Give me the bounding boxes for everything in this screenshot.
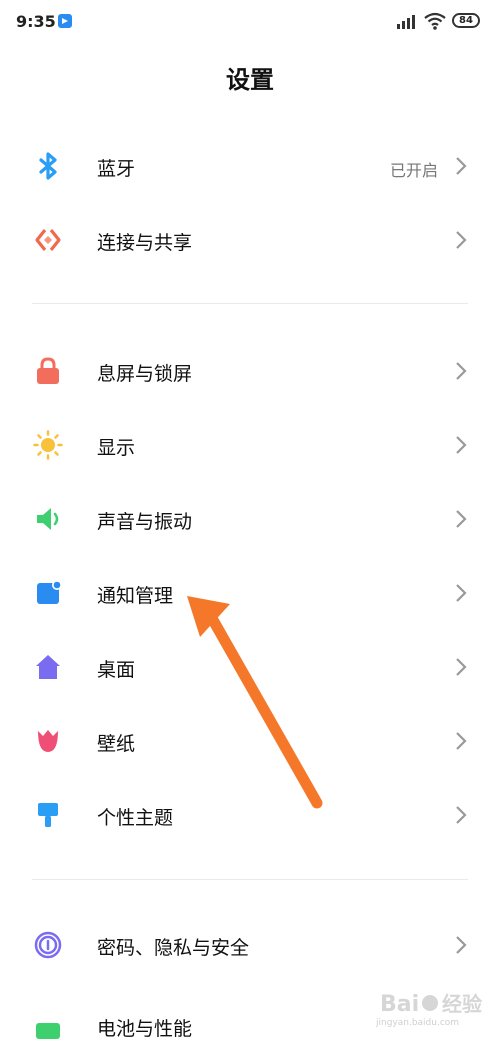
settings-item-notifications[interactable]: 通知管理	[0, 563, 500, 623]
settings-item-lock-screen[interactable]: 息屏与锁屏	[0, 341, 500, 401]
watermark-text: jingyan.baidu.com	[376, 1018, 460, 1028]
chevron-right-icon	[456, 231, 467, 249]
settings-item-label: 连接与共享	[97, 232, 193, 254]
fingerprint-icon	[34, 931, 62, 959]
speaker-icon	[37, 508, 59, 530]
signal-icon	[397, 15, 415, 29]
chevron-right-icon	[456, 732, 467, 750]
battery-icon	[36, 1023, 60, 1039]
settings-item-themes[interactable]: 个性主题	[0, 785, 500, 845]
chevron-right-icon	[456, 157, 467, 175]
settings-item-label: 蓝牙	[97, 158, 136, 180]
settings-item-label: 电池与性能	[97, 1018, 193, 1040]
chevron-right-icon	[456, 584, 467, 602]
notification-icon	[37, 580, 62, 604]
sun-icon	[33, 430, 63, 460]
app-notification-icon	[58, 14, 72, 28]
section-divider	[32, 879, 468, 880]
svg-text:经验: 经验	[442, 992, 482, 1016]
status-time: 9:35	[16, 12, 56, 31]
page-title: 设置	[226, 66, 274, 94]
settings-item-label: 桌面	[97, 659, 136, 681]
bluetooth-status: 已开启	[389, 161, 438, 180]
connection-share-icon	[35, 229, 61, 251]
brush-icon	[38, 803, 58, 827]
lock-icon	[37, 357, 59, 384]
settings-item-display[interactable]: 显示	[0, 415, 500, 475]
chevron-right-icon	[456, 362, 467, 380]
chevron-right-icon	[456, 936, 467, 954]
battery-indicator: 84	[452, 13, 480, 28]
chevron-right-icon	[456, 806, 467, 824]
settings-item-connection-share[interactable]: 连接与共享	[0, 210, 500, 270]
settings-item-sound[interactable]: 声音与振动	[0, 489, 500, 549]
settings-item-label: 个性主题	[97, 807, 174, 829]
home-icon	[36, 655, 60, 679]
status-bar: 9:35 84	[0, 0, 500, 44]
chevron-right-icon	[456, 510, 467, 528]
settings-item-home-screen[interactable]: 桌面	[0, 637, 500, 697]
settings-item-bluetooth[interactable]: 蓝牙 已开启	[0, 136, 500, 196]
settings-item-label: 壁纸	[97, 733, 136, 755]
svg-text:Bai: Bai	[380, 992, 419, 1017]
bluetooth-icon	[39, 152, 57, 180]
section-divider	[32, 303, 468, 304]
chevron-right-icon	[456, 658, 467, 676]
settings-item-label: 息屏与锁屏	[97, 363, 193, 385]
chevron-right-icon	[456, 436, 467, 454]
settings-item-label: 密码、隐私与安全	[97, 937, 250, 959]
settings-item-label: 显示	[97, 437, 136, 459]
wifi-icon	[424, 12, 446, 30]
settings-item-wallpaper[interactable]: 壁纸	[0, 711, 500, 771]
tulip-icon	[38, 730, 58, 752]
settings-item-label: 通知管理	[97, 585, 174, 607]
settings-item-privacy-security[interactable]: 密码、隐私与安全	[0, 915, 500, 975]
settings-item-label: 声音与振动	[97, 511, 193, 533]
